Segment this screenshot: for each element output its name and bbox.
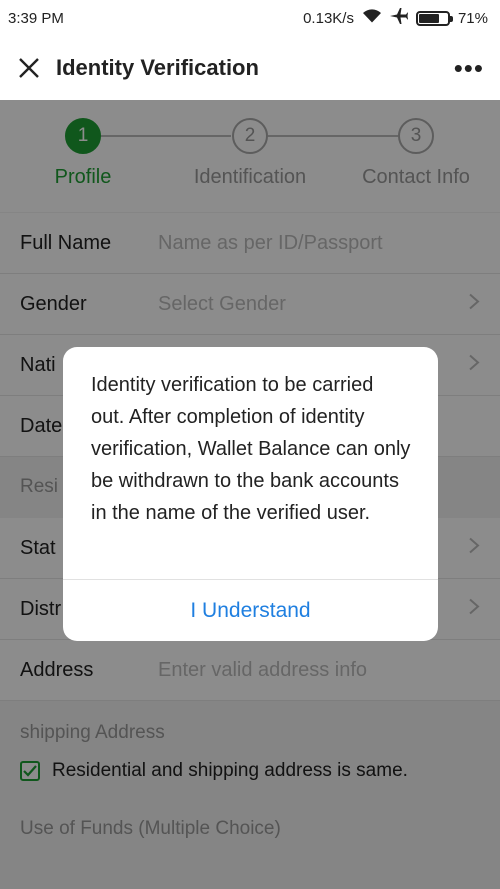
network-speed: 0.13K/s bbox=[303, 9, 354, 27]
i-understand-button[interactable]: I Understand bbox=[63, 580, 438, 641]
airplane-icon bbox=[389, 8, 408, 28]
verification-notice-dialog: Identity verification to be carried out.… bbox=[63, 347, 438, 641]
wifi-icon bbox=[362, 8, 382, 28]
dialog-message: Identity verification to be carried out.… bbox=[91, 374, 411, 524]
battery-icon bbox=[415, 10, 453, 26]
status-time: 3:39 PM bbox=[8, 9, 64, 27]
close-icon[interactable] bbox=[16, 55, 42, 81]
status-indicators: 0.13K/s 71% bbox=[303, 8, 488, 28]
app-header: Identity Verification ••• bbox=[0, 36, 500, 100]
page-title: Identity Verification bbox=[56, 55, 259, 80]
battery-percent: 71% bbox=[457, 9, 488, 27]
more-options-icon[interactable]: ••• bbox=[454, 53, 484, 84]
battery-level bbox=[418, 13, 439, 23]
status-bar: 3:39 PM 0.13K/s 71% bbox=[0, 0, 500, 36]
